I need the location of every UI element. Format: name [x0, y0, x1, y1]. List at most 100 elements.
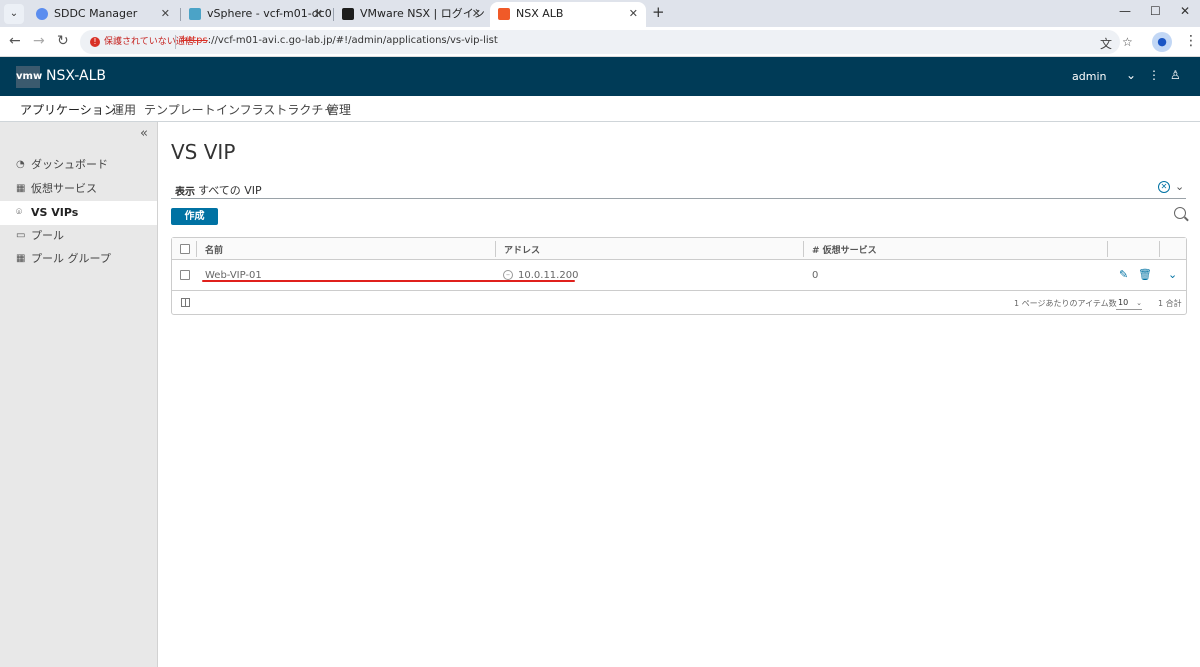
- close-window-icon[interactable]: ✕: [1180, 4, 1190, 18]
- chevron-down-icon: ⌄: [1136, 299, 1142, 307]
- table-row: Web-VIP-01 – 10.0.11.200 0 ✎ 🗑 ⌄: [172, 260, 1186, 291]
- sidebar-item-pool-groups[interactable]: ▦ プール グループ: [0, 247, 157, 271]
- chevron-down-icon[interactable]: ⌄: [1126, 68, 1136, 82]
- minimize-icon[interactable]: —: [1119, 4, 1131, 18]
- tab-title: VMware NSX | ログイン: [360, 7, 485, 20]
- page-size-select[interactable]: 10 ⌄: [1116, 296, 1142, 310]
- grid-icon: ▦: [16, 183, 26, 194]
- sidebar-item-pools[interactable]: ▭ プール: [0, 224, 157, 248]
- column-divider[interactable]: [495, 241, 496, 257]
- chevron-down-icon[interactable]: ⌄: [1175, 180, 1184, 193]
- column-header-name[interactable]: 名前: [205, 243, 223, 256]
- delete-trash-icon[interactable]: 🗑: [1138, 268, 1152, 281]
- security-label: 保護されていない通信: [104, 37, 194, 47]
- forward-arrow-icon[interactable]: →: [33, 33, 45, 49]
- browser-tab-vsphere[interactable]: vSphere - vcf-m01-dc01 - サマリ ✕: [181, 2, 331, 27]
- maximize-icon[interactable]: ☐: [1150, 4, 1161, 18]
- view-filter[interactable]: 表示 すべての VIP ✕ ⌄: [171, 180, 1186, 199]
- user-menu[interactable]: admin: [1072, 70, 1106, 83]
- clear-filter-icon[interactable]: ✕: [1158, 181, 1170, 193]
- column-divider[interactable]: [803, 241, 804, 257]
- location-pin-icon: ⌾: [16, 207, 22, 218]
- nav-templates[interactable]: テンプレート: [144, 101, 216, 118]
- expand-row-chevron-icon[interactable]: ⌄: [1168, 268, 1177, 281]
- page-title: VS VIP: [171, 140, 236, 164]
- browser-menu-icon[interactable]: ⋮: [1184, 33, 1198, 49]
- browser-toolbar: ← → ↻ ! 保護されていない通信 https://vcf-m01-avi.c…: [0, 27, 1200, 57]
- status-circle-icon: –: [503, 270, 513, 280]
- browser-tab-nsx-login[interactable]: VMware NSX | ログイン ✕: [334, 2, 489, 27]
- search-icon[interactable]: [1174, 207, 1186, 219]
- sidebar-item-label: ダッシュボード: [31, 158, 108, 171]
- reload-icon[interactable]: ↻: [57, 33, 69, 49]
- sidebar-item-vs-vips[interactable]: ⌾ VS VIPs: [0, 201, 157, 225]
- collapse-sidebar-icon[interactable]: «: [140, 126, 148, 141]
- vsphere-icon: [189, 8, 201, 20]
- close-tab-icon[interactable]: ✕: [472, 2, 481, 26]
- sidebar-item-label: プール グループ: [31, 252, 111, 265]
- gauge-icon: ◔: [16, 159, 25, 170]
- close-tab-icon[interactable]: ✕: [314, 2, 323, 26]
- new-tab-icon[interactable]: +: [652, 3, 665, 21]
- browser-tab-sddc-manager[interactable]: SDDC Manager ✕: [28, 2, 178, 27]
- main-content: VS VIP 表示 すべての VIP ✕ ⌄ 作成 名前 アドレス # 仮想サー…: [158, 122, 1200, 667]
- filter-value[interactable]: すべての VIP: [198, 182, 262, 198]
- tab-title: SDDC Manager: [54, 7, 138, 20]
- table-footer: 1 ページあたりのアイテム数 10 ⌄ 1 合計: [172, 292, 1186, 314]
- omnibox-divider: [175, 35, 176, 49]
- server-icon: ▭: [16, 230, 26, 241]
- more-vertical-icon[interactable]: ⋮: [1148, 68, 1160, 82]
- nav-infrastructure[interactable]: インフラストラクチャ: [216, 101, 335, 118]
- sidebar-item-virtual-services[interactable]: ▦ 仮想サービス: [0, 177, 157, 201]
- close-tab-icon[interactable]: ✕: [161, 2, 170, 26]
- items-per-page-label: 1 ページあたりのアイテム数: [1014, 299, 1117, 308]
- page-size-value: 10: [1118, 298, 1129, 307]
- close-tab-icon[interactable]: ✕: [629, 2, 638, 26]
- app-header: vmw NSX-ALB admin ⌄ ⋮ ♙: [0, 57, 1200, 96]
- back-arrow-icon[interactable]: ←: [9, 33, 21, 49]
- tab-title: vSphere - vcf-m01-dc01 - サマリ: [207, 7, 331, 20]
- sidebar-item-label: VS VIPs: [31, 206, 79, 219]
- tab-title: NSX ALB: [516, 7, 564, 20]
- tab-search-button[interactable]: ⌄: [4, 4, 24, 24]
- warning-icon: !: [90, 37, 100, 47]
- create-button[interactable]: 作成: [171, 208, 218, 225]
- row-checkbox[interactable]: [180, 270, 190, 280]
- sidebar-item-label: プール: [31, 229, 64, 242]
- annotation-underline: [202, 280, 575, 282]
- url-path: ://vcf-m01-avi.c.go-lab.jp/#!/admin/appl…: [207, 35, 498, 46]
- translate-icon[interactable]: 文: [1100, 35, 1112, 52]
- url-scheme: https: [182, 35, 208, 46]
- total-count: 1 合計: [1158, 299, 1182, 308]
- column-header-address[interactable]: アドレス: [504, 243, 540, 256]
- nav-operations[interactable]: 運用: [112, 101, 136, 118]
- vs-vip-table: 名前 アドレス # 仮想サービス Web-VIP-01 – 10.0.11.20…: [171, 237, 1187, 315]
- user-icon[interactable]: ♙: [1170, 68, 1181, 82]
- profile-avatar-icon[interactable]: ●: [1152, 32, 1172, 52]
- url-text[interactable]: https://vcf-m01-avi.c.go-lab.jp/#!/admin…: [182, 35, 498, 46]
- browser-tab-nsx-alb[interactable]: NSX ALB ✕: [490, 2, 646, 27]
- vmw-logo: vmw: [16, 66, 42, 88]
- nav-administration[interactable]: 管理: [327, 101, 351, 118]
- column-toggle-icon[interactable]: [181, 298, 190, 307]
- avi-logo-icon: [498, 8, 510, 20]
- edit-pencil-icon[interactable]: ✎: [1119, 268, 1128, 281]
- filter-label: 表示: [175, 187, 195, 198]
- address-bar[interactable]: ! 保護されていない通信 https://vcf-m01-avi.c.go-la…: [80, 30, 1133, 54]
- table-header: 名前 アドレス # 仮想サービス: [172, 238, 1186, 260]
- bookmark-star-icon[interactable]: ☆: [1122, 35, 1133, 49]
- vs-count: 0: [812, 270, 819, 281]
- column-divider: [196, 241, 197, 257]
- column-divider: [1159, 241, 1160, 257]
- select-all-checkbox[interactable]: [180, 244, 190, 254]
- cloud-icon: [36, 8, 48, 20]
- top-navigation: アプリケーション 運用 テンプレート インフラストラクチャ 管理: [0, 96, 1200, 124]
- sidebar-item-label: 仮想サービス: [31, 182, 97, 195]
- sidebar-item-dashboard[interactable]: ◔ ダッシュボード: [0, 153, 157, 177]
- nav-applications[interactable]: アプリケーション: [20, 101, 116, 124]
- browser-tab-bar: ⌄ SDDC Manager ✕ vSphere - vcf-m01-dc01 …: [0, 0, 1200, 27]
- product-name: NSX-ALB: [46, 68, 106, 84]
- grid-icon: ▦: [16, 253, 26, 264]
- column-divider: [1107, 241, 1108, 257]
- column-header-vs-count[interactable]: # 仮想サービス: [812, 243, 877, 256]
